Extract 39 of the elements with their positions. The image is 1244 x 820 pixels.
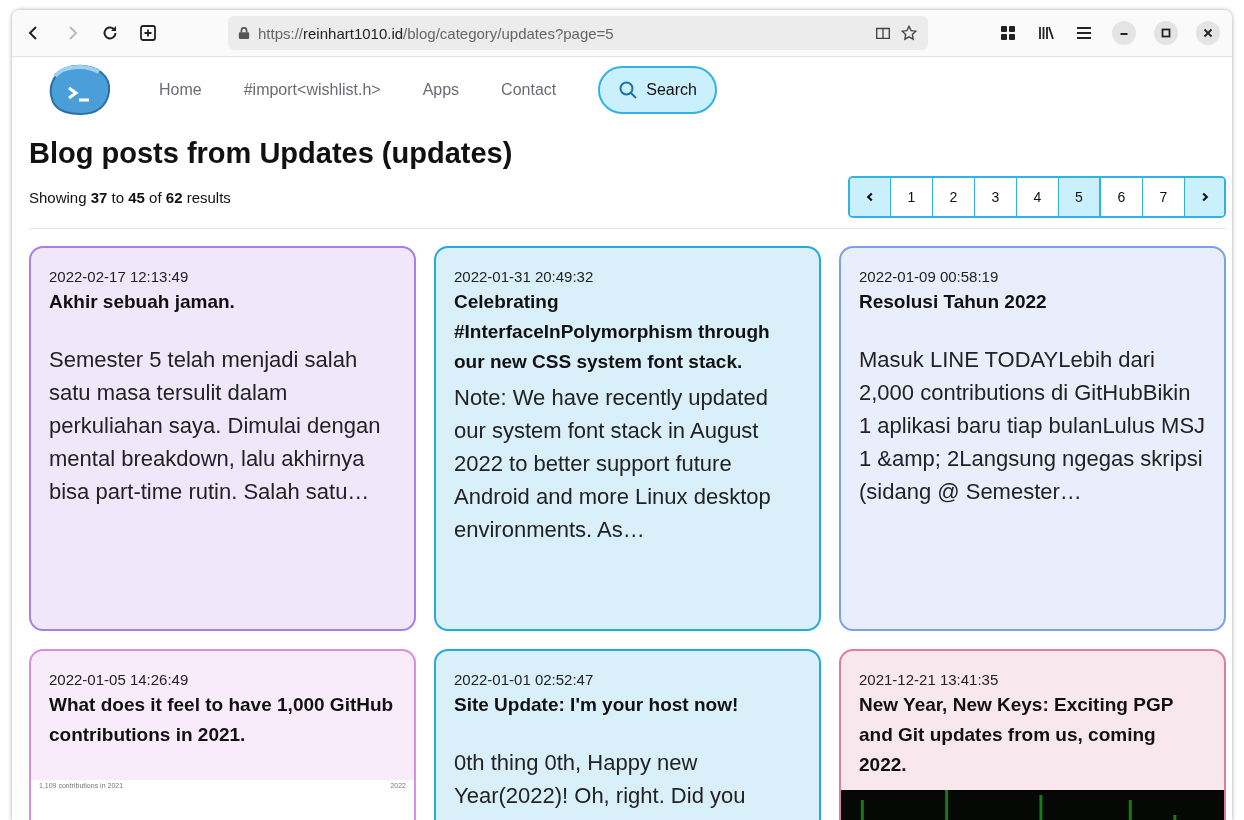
minimize-icon[interactable]	[1112, 21, 1136, 45]
search-button[interactable]: Search	[598, 66, 717, 114]
post-date: 2022-01-05 14:26:49	[49, 671, 190, 688]
post-excerpt: Masuk LINE TODAYLebih dari 2,000 contributions di GitHubBikin 1 aplikasi baru tiap bulanLulus MSJ 1 &amp; 2Langsung ngegas skripsi (sidang @ Semester…	[859, 346, 1206, 506]
lock-icon	[238, 26, 250, 40]
post-card[interactable]	[434, 246, 821, 631]
post-card[interactable]: 2022-02-17 12:13:49 Akhir sebuah jaman. Semester 5 telah menjadi salah satu masa tersulit dalam perkuliahan saya. Dimulai dengan mental breakdown, lalu akhirnya bisa part-time rutin. Salah satu…	[29, 246, 416, 631]
post-title: New Year, New Keys: Exciting PGP and Git updates from us, coming 2022.	[859, 693, 1174, 777]
post-card[interactable]: 2022-01-09 00:58:19 Resolusi Tahun 2022 Masuk LINE TODAYLebih dari 2,000 contributions di GitHubBikin 1 aplikasi baru tiap bulanLulus MSJ 1 &amp; 2Langsung ngegas skripsi (sidang @ Semester…	[839, 246, 1226, 631]
nav-link[interactable]: Contact	[501, 81, 557, 99]
post-card[interactable]: 2022-01-01 02:52:47 Site Update: I'm your host now! 0th thing 0th, Happy new Year(2022)! Oh, right. Did you	[434, 649, 821, 820]
post-title: Akhir sebuah jaman.	[49, 290, 236, 314]
post-date: 2022-01-31 20:49:32	[454, 268, 595, 285]
url-text: https://reinhart1010.id/blog/category/updates?page=5	[258, 24, 615, 42]
post-date: 2022-01-09 00:58:19	[859, 268, 1000, 285]
post-date: 2022-02-17 12:13:49	[49, 268, 190, 285]
post-date: 2022-01-01 02:52:47	[454, 671, 595, 688]
post-title: What does it feel to have 1,000 GitHub contributions in 2021.	[49, 693, 395, 747]
post-date: 2021-12-21 13:41:35	[859, 671, 1000, 688]
post-card[interactable]: 2021-12-21 13:41:35 New Year, New Keys: Exciting PGP and Git updates from us, coming 2022.	[839, 649, 1226, 820]
grid-icon[interactable]	[998, 23, 1018, 43]
post-excerpt: 0th thing 0th, Happy new Year(2022)! Oh, right. Did you	[454, 749, 747, 810]
post-title: Site Update: I'm your host now!	[454, 693, 740, 717]
post-title: Celebrating #InterfaceInPolymorphism through our new CSS system font stack.	[454, 290, 771, 374]
address-bar[interactable]: https://reinhart1010.id/blog/category/updates?page=5	[228, 16, 928, 50]
results-summary: Showing 37 to 45 of 62 results	[29, 188, 231, 206]
nav-link[interactable]: Home	[159, 81, 202, 99]
search-icon	[618, 80, 639, 100]
post-excerpt: Note: We have recently updated our system font stack in August 2022 to better support future Android and more Linux desktop environments. As…	[454, 384, 772, 544]
new-tab-icon[interactable]	[138, 23, 158, 43]
page-heading: Blog posts from Updates (updates)	[29, 137, 514, 170]
maximize-icon[interactable]	[1154, 21, 1178, 45]
close-icon[interactable]	[1196, 21, 1220, 45]
nav-link[interactable]: Apps	[422, 81, 460, 99]
post-title: Resolusi Tahun 2022	[859, 290, 1048, 314]
nav-link[interactable]: #import<wishlist.h>	[243, 81, 381, 99]
page-button[interactable]: 5	[1058, 178, 1100, 216]
star-icon[interactable]	[900, 24, 918, 42]
post-excerpt: Semester 5 telah menjadi salah satu masa tersulit dalam perkuliahan saya. Dimulai dengan mental breakdown, lalu akhirnya bisa part-time rutin. Salah satu…	[49, 346, 382, 506]
